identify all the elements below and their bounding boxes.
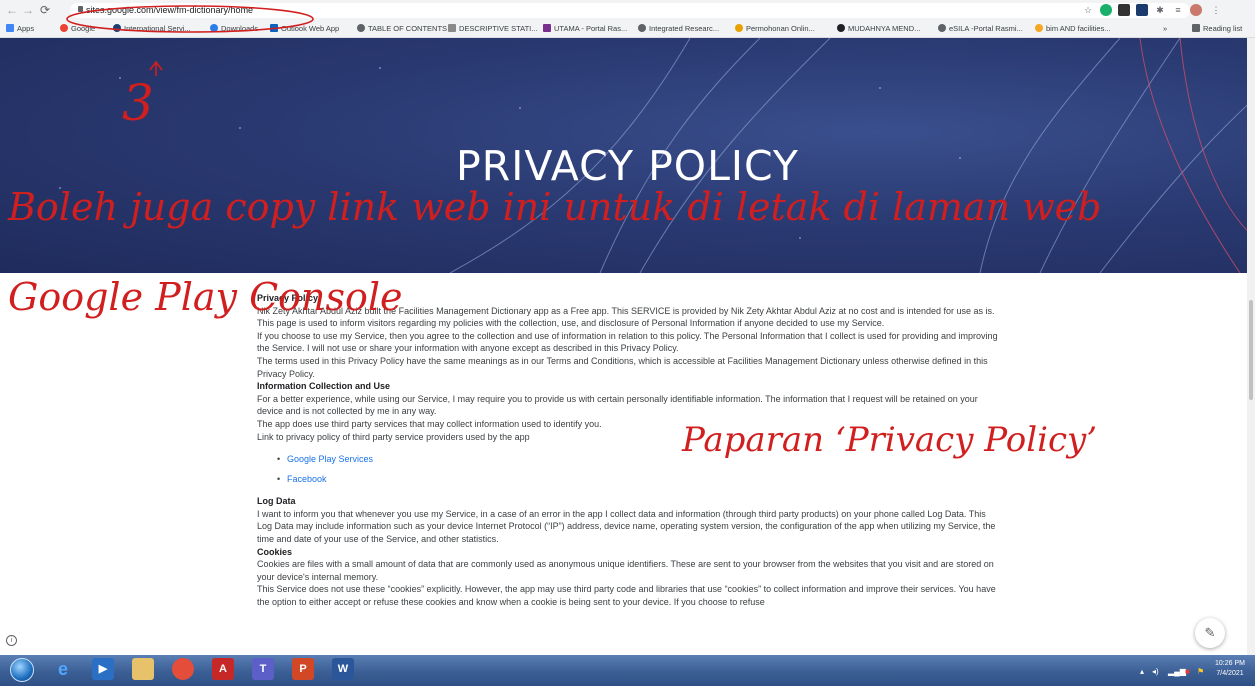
forward-arrow-icon[interactable]: → bbox=[22, 2, 34, 18]
reload-icon[interactable]: ⟳ bbox=[40, 2, 50, 18]
bookmark-bim-facilities[interactable]: bim AND facilities... bbox=[1035, 23, 1111, 35]
site-icon bbox=[735, 24, 743, 32]
link-facebook[interactable]: Facebook bbox=[277, 469, 1002, 489]
reading-list-icon bbox=[1192, 24, 1200, 32]
lock-icon[interactable] bbox=[78, 6, 83, 12]
annotation-step-number: 3 bbox=[122, 74, 154, 132]
profile-avatar[interactable] bbox=[1190, 4, 1202, 16]
bookmark-label: MUDAHNYA MEND... bbox=[848, 24, 921, 33]
section-heading-information-collection: Information Collection and Use bbox=[257, 381, 391, 392]
chrome-icon[interactable] bbox=[172, 658, 194, 680]
annotation-google-play-console: Google Play Console bbox=[8, 275, 403, 319]
bookmark-international-services[interactable]: International Servi... bbox=[113, 23, 191, 35]
language-icon[interactable]: ■ bbox=[1185, 667, 1190, 676]
bookmark-esila[interactable]: eSILA -Portal Rasmi... bbox=[938, 23, 1023, 35]
site-icon bbox=[543, 24, 551, 32]
taskbar: e ▶ A T P W bbox=[0, 655, 1255, 686]
bookmark-apps[interactable]: Apps bbox=[6, 23, 34, 35]
page-title: PRIVACY POLICY bbox=[456, 142, 799, 190]
bookmark-label: Downloads bbox=[221, 24, 259, 33]
show-hidden-icons-arrow[interactable]: ▴ bbox=[1140, 667, 1144, 676]
action-center-flag-icon[interactable]: ⚑ bbox=[1197, 667, 1204, 676]
bookmark-label: DESCRIPTIVE STATI... bbox=[459, 24, 538, 33]
bookmark-table-of-contents[interactable]: TABLE OF CONTENTS bbox=[357, 23, 447, 35]
site-icon bbox=[837, 24, 845, 32]
site-icon bbox=[1035, 24, 1043, 32]
globe-icon bbox=[938, 24, 946, 32]
bookmark-label: Integrated Researc... bbox=[649, 24, 720, 33]
bookmark-downloads[interactable]: Downloads bbox=[210, 23, 258, 35]
paragraph: I want to inform you that whenever you u… bbox=[257, 508, 996, 544]
bookmark-permohonan[interactable]: Permohonan Onlin... bbox=[735, 23, 815, 35]
paragraph: The terms used in this Privacy Policy ha… bbox=[257, 355, 988, 379]
bookmark-label: eSILA -Portal Rasmi... bbox=[949, 24, 1023, 33]
apps-grid-icon bbox=[6, 24, 14, 32]
playlist-icon[interactable]: ≡ bbox=[1172, 4, 1184, 16]
paragraph: This page is used to inform visitors reg… bbox=[257, 318, 885, 329]
globe-icon bbox=[357, 24, 365, 32]
bookmark-label: Outlook Web App bbox=[281, 24, 340, 33]
system-clock[interactable]: 10:26 PM 7/4/2021 bbox=[1210, 659, 1250, 679]
outlook-icon bbox=[270, 24, 278, 32]
extension-icon[interactable] bbox=[1118, 4, 1130, 16]
extension-icon[interactable] bbox=[1136, 4, 1148, 16]
paragraph: For a better experience, while using our… bbox=[257, 393, 978, 417]
clock-date: 7/4/2021 bbox=[1216, 670, 1244, 677]
scrollbar-thumb[interactable] bbox=[1249, 300, 1253, 400]
bookmark-mudahnya[interactable]: MUDAHNYA MEND... bbox=[837, 23, 920, 35]
url-text: sites.google.com/view/fm-dictionary/home bbox=[86, 5, 254, 15]
star-icon[interactable]: ☆ bbox=[1082, 4, 1094, 16]
bookmark-google[interactable]: Google bbox=[60, 23, 95, 35]
paragraph: If you choose to use my Service, then yo… bbox=[257, 330, 998, 354]
bookmarks-bar: Apps Google International Servi... Downl… bbox=[0, 20, 1255, 38]
header-banner: PRIVACY POLICY bbox=[0, 38, 1255, 273]
page-icon bbox=[448, 24, 456, 32]
info-icon[interactable]: i bbox=[6, 635, 17, 646]
section-heading-log-data: Log Data bbox=[257, 496, 296, 507]
annotation-privacy-policy-display: Paparan ‘Privacy Policy’ bbox=[682, 420, 1098, 460]
kebab-menu-icon[interactable]: ⋮ bbox=[1210, 4, 1222, 16]
teams-icon[interactable]: T bbox=[252, 658, 274, 680]
download-icon bbox=[210, 24, 218, 32]
bookmark-label: UTAMA - Portal Ras... bbox=[554, 24, 628, 33]
start-button[interactable] bbox=[10, 658, 34, 682]
address-bar[interactable]: sites.google.com/view/fm-dictionary/home bbox=[70, 3, 1190, 18]
bookmark-label: TABLE OF CONTENTS bbox=[368, 24, 448, 33]
word-icon[interactable]: W bbox=[332, 658, 354, 680]
paragraph: This Service does not use these “cookies… bbox=[257, 584, 996, 607]
bookmark-label: International Servi... bbox=[124, 24, 191, 33]
bookmark-label: Google bbox=[71, 24, 96, 33]
volume-icon[interactable]: ◂) bbox=[1152, 667, 1159, 676]
network-signal-icon[interactable]: ▂▄▆ bbox=[1168, 667, 1186, 676]
google-icon bbox=[60, 24, 68, 32]
globe-icon bbox=[113, 24, 121, 32]
file-explorer-icon[interactable] bbox=[132, 658, 154, 680]
powerpoint-icon[interactable]: P bbox=[292, 658, 314, 680]
edit-pencil-icon[interactable]: ✎ bbox=[1195, 618, 1225, 648]
paragraph: Cookies are files with a small amount of… bbox=[257, 559, 994, 582]
internet-explorer-icon[interactable]: e bbox=[52, 658, 74, 680]
media-player-icon[interactable]: ▶ bbox=[92, 658, 114, 680]
bookmark-label: Apps bbox=[17, 24, 35, 33]
more-bookmarks-chevron[interactable]: » bbox=[1163, 23, 1167, 35]
bookmark-label: Reading list bbox=[1203, 24, 1243, 33]
section-heading-cookies: Cookies bbox=[257, 546, 293, 557]
bookmark-label: Permohonan Onlin... bbox=[746, 24, 815, 33]
bookmark-integrated-research[interactable]: Integrated Researc... bbox=[638, 23, 719, 35]
reading-list[interactable]: Reading list bbox=[1192, 23, 1242, 35]
puzzle-extensions-icon[interactable]: ✱ bbox=[1154, 4, 1166, 16]
back-arrow-icon[interactable]: ← bbox=[6, 2, 18, 18]
bookmark-outlook[interactable]: Outlook Web App bbox=[270, 23, 339, 35]
bookmark-descriptive-stati[interactable]: DESCRIPTIVE STATI... bbox=[448, 23, 537, 35]
grammarly-extension-icon[interactable] bbox=[1100, 4, 1112, 16]
browser-toolbar: ← → ⟳ sites.google.com/view/fm-dictionar… bbox=[0, 0, 1255, 20]
bookmark-label: bim AND facilities... bbox=[1046, 24, 1111, 33]
clock-time: 10:26 PM bbox=[1215, 660, 1245, 667]
bookmark-utama[interactable]: UTAMA - Portal Ras... bbox=[543, 23, 627, 35]
pdf-reader-icon[interactable]: A bbox=[212, 658, 234, 680]
globe-icon bbox=[638, 24, 646, 32]
annotation-copy-link-note: Boleh juga copy link web ini untuk di le… bbox=[8, 185, 1102, 229]
